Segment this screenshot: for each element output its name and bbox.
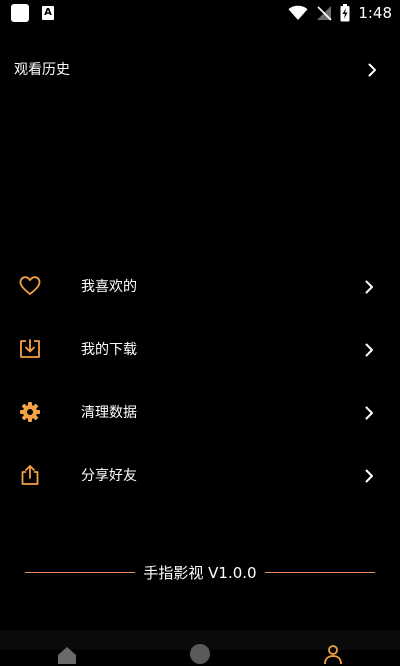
menu-item-label: 清理数据 [81,405,137,421]
chevron-right-icon [368,63,376,77]
version-footer: 手指影视 V1.0.0 [0,560,400,586]
menu-item-label: 我喜欢的 [81,279,137,295]
wifi-icon [288,5,308,20]
battery-charging-icon [340,4,350,22]
home-icon[interactable] [56,644,78,666]
divider-line [265,572,375,573]
app-version: 手指影视 V1.0.0 [143,564,257,582]
menu-item-label: 分享好友 [81,468,137,484]
profile-icon[interactable] [322,643,344,665]
divider-line [25,572,135,573]
gear-icon [20,402,40,422]
download-icon [20,339,40,358]
history-label: 观看历史 [14,62,70,78]
menu-item-downloads[interactable]: 我的下载 [0,328,400,372]
heart-icon [19,276,41,295]
notification-square-icon [11,4,29,22]
chevron-right-icon [365,406,373,420]
chevron-right-icon [365,343,373,357]
history-row[interactable]: 观看历史 [0,52,400,88]
menu-item-favorites[interactable]: 我喜欢的 [0,265,400,309]
status-right-group: 1:48 [288,3,392,23]
status-time: 1:48 [358,4,392,22]
status-bar: A 1:48 [0,0,400,26]
menu-item-clear-data[interactable]: 清理数据 [0,391,400,435]
menu-item-share[interactable]: 分享好友 [0,454,400,498]
bottom-nav [0,630,400,665]
chevron-right-icon [365,280,373,294]
discover-icon[interactable] [189,643,211,665]
no-signal-icon [317,6,332,21]
menu-item-label: 我的下载 [81,342,137,358]
share-icon [21,465,39,485]
text-a-icon: A [42,6,54,20]
chevron-right-icon [365,469,373,483]
